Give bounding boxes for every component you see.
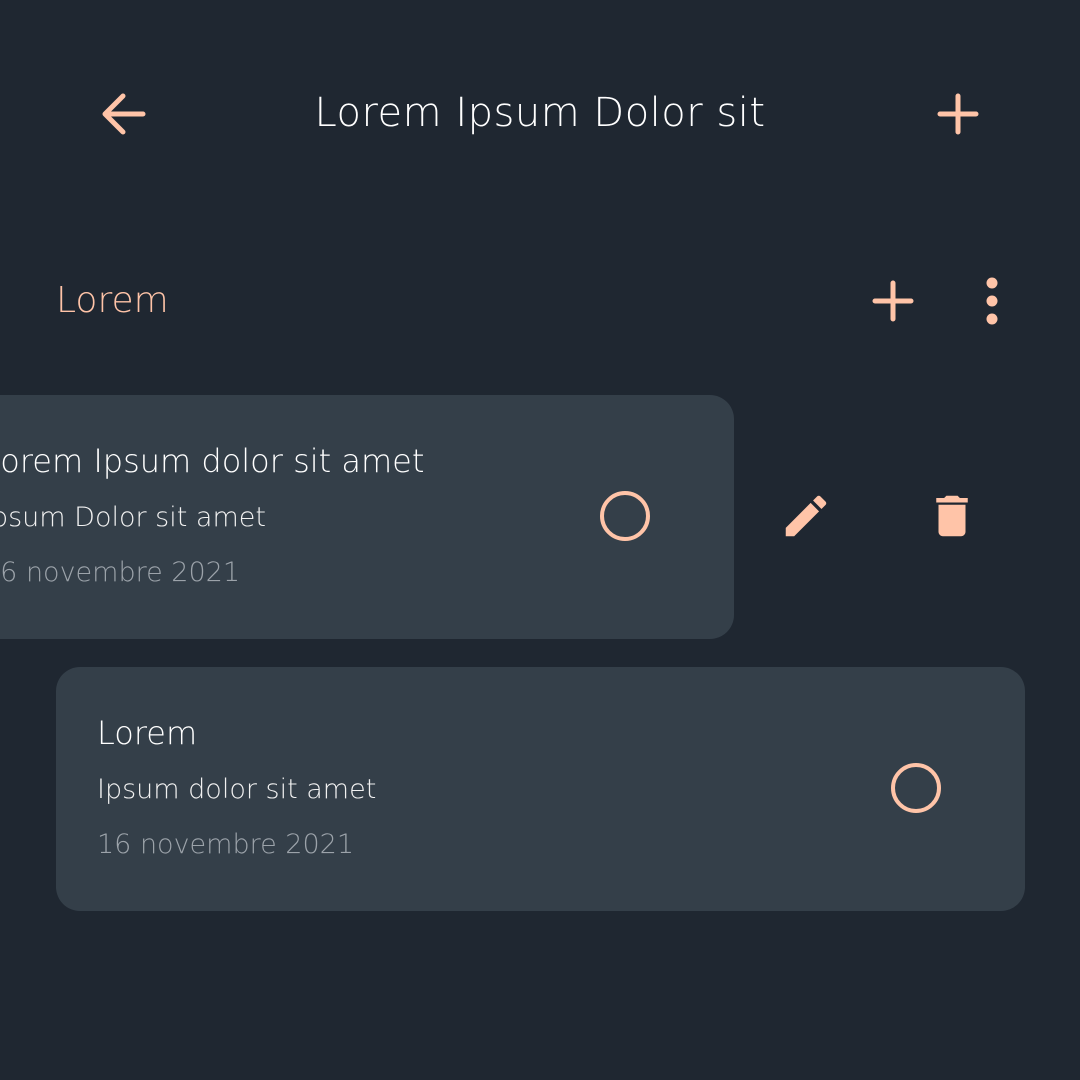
more-vertical-icon [986, 277, 998, 325]
task-subtitle: Ipsum Dolor sit amet [0, 502, 266, 533]
task-title: Lorem [97, 714, 198, 752]
delete-button[interactable] [922, 486, 982, 546]
plus-icon [937, 93, 979, 135]
trash-icon [936, 495, 968, 537]
edit-button[interactable] [776, 486, 836, 546]
task-card[interactable]: Lorem Ipsum dolor sit amet 16 novembre 2… [56, 667, 1025, 911]
task-complete-toggle[interactable] [891, 763, 941, 813]
task-complete-toggle[interactable] [600, 491, 650, 541]
pencil-icon [785, 495, 827, 537]
task-title: Lorem Ipsum dolor sit amet [0, 442, 425, 480]
section-more-button[interactable] [968, 274, 1016, 328]
add-button[interactable] [930, 86, 986, 142]
plus-icon [872, 280, 914, 322]
section-title: Lorem [56, 280, 169, 321]
section-add-button[interactable] [866, 274, 920, 328]
task-card[interactable]: Lorem Ipsum dolor sit amet Ipsum Dolor s… [0, 395, 734, 639]
task-date: 16 novembre 2021 [97, 829, 355, 860]
task-subtitle: Ipsum dolor sit amet [97, 774, 377, 805]
screen: Lorem Ipsum Dolor sit Lorem Lorem Ipsum … [0, 0, 1080, 1080]
page-title: Lorem Ipsum Dolor sit [314, 90, 766, 136]
task-date: 16 novembre 2021 [0, 557, 241, 588]
